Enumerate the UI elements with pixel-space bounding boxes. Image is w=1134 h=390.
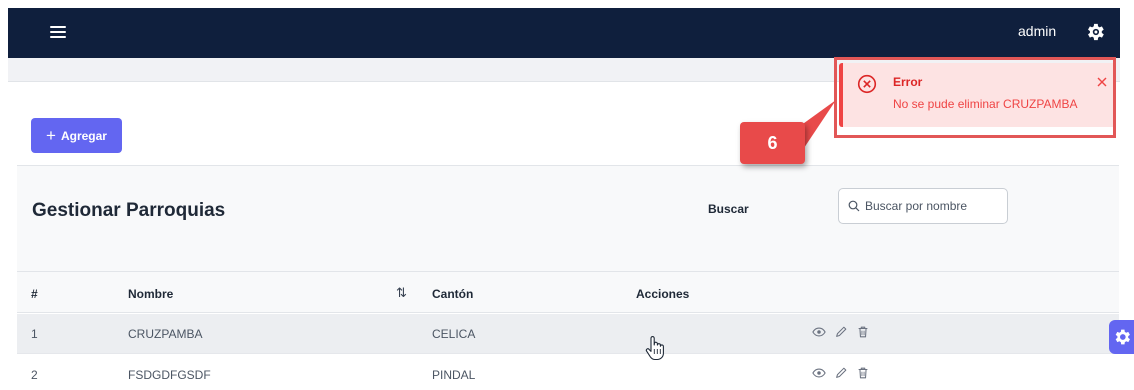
row-canton: PINDAL [432, 368, 476, 382]
top-navbar: admin [8, 8, 1120, 58]
table-row: 1 CRUZPAMBA CELICA [17, 314, 1119, 354]
search-icon [848, 200, 860, 212]
table-header-panel: Gestionar Parroquias Buscar [17, 165, 1119, 272]
search-label: Buscar [708, 202, 749, 216]
username-label[interactable]: admin [1018, 23, 1056, 39]
close-icon[interactable] [1097, 77, 1107, 87]
hamburger-menu-icon[interactable] [48, 23, 68, 43]
error-toast: Error No se pude eliminar CRUZPAMBA [839, 63, 1116, 127]
row-nombre: CRUZPAMBA [128, 327, 203, 341]
row-index: 2 [31, 368, 38, 382]
column-header-nombre[interactable]: Nombre [128, 287, 173, 301]
add-button[interactable]: + Agregar [31, 118, 122, 153]
delete-icon[interactable] [856, 366, 870, 380]
error-circle-icon [857, 74, 877, 94]
view-icon[interactable] [812, 325, 826, 339]
toast-title: Error [893, 75, 923, 89]
toast-message: No se pude eliminar CRUZPAMBA [893, 97, 1078, 111]
row-actions [812, 366, 870, 380]
add-button-label: Agregar [60, 128, 107, 143]
table-row: 2 FSDGDFGSDF PINDAL [17, 355, 1119, 390]
edit-icon[interactable] [834, 366, 848, 380]
row-nombre: FSDGDFGSDF [128, 368, 211, 382]
delete-icon[interactable] [856, 325, 870, 339]
row-actions [812, 325, 870, 339]
row-index: 1 [31, 327, 38, 341]
column-header-index: # [31, 287, 38, 301]
column-header-canton: Cantón [432, 287, 474, 301]
gear-icon[interactable] [1084, 21, 1106, 43]
gear-icon [1115, 329, 1130, 345]
step-number-badge: 6 [740, 122, 805, 164]
page-title: Gestionar Parroquias [32, 200, 226, 221]
app-page: admin + Agregar Gestionar Parroquias Bus… [0, 0, 1134, 390]
plus-icon: + [46, 126, 56, 145]
search-field[interactable] [838, 188, 1008, 224]
settings-fab[interactable] [1109, 320, 1134, 354]
view-icon[interactable] [812, 366, 826, 380]
column-header-acciones: Acciones [636, 287, 690, 301]
search-input[interactable] [865, 197, 1003, 215]
row-canton: CELICA [432, 327, 476, 341]
table-header-row: # Nombre ⇅ Cantón Acciones [17, 272, 1119, 313]
edit-icon[interactable] [834, 325, 848, 339]
sort-icon[interactable]: ⇅ [396, 285, 407, 301]
